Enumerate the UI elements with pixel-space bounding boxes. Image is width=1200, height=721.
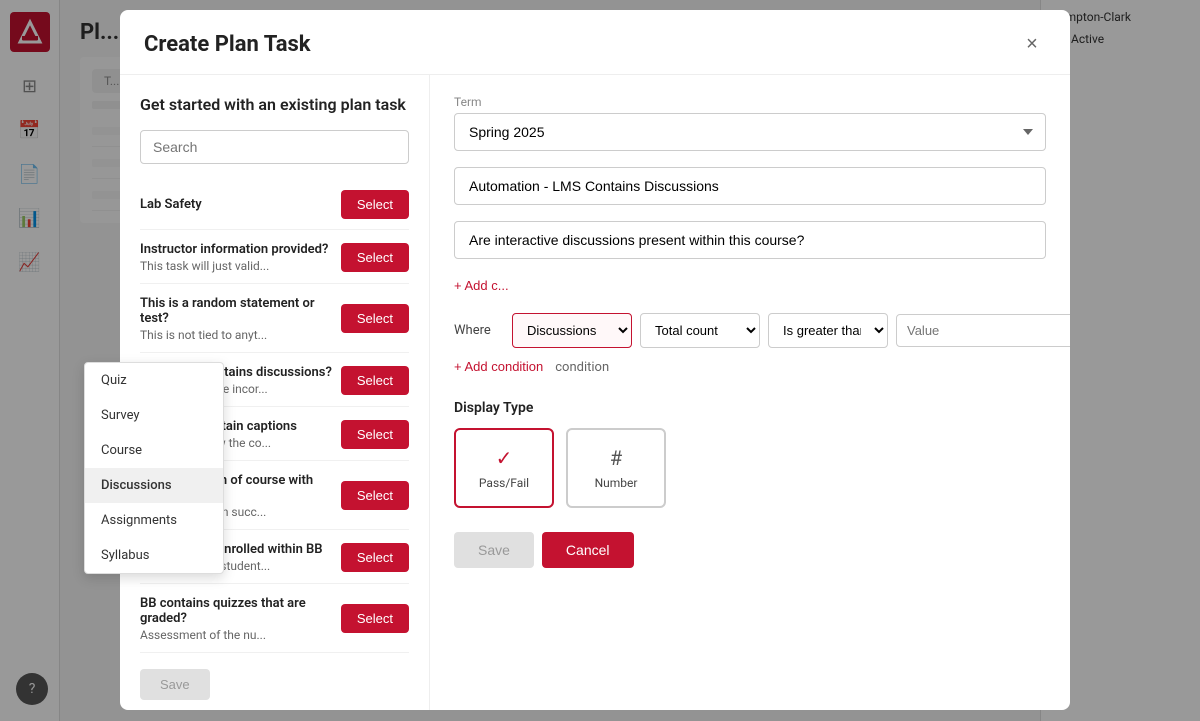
dropdown-item-assignments[interactable]: Assignments — [85, 503, 223, 538]
task-name: This is a random statement or test? — [140, 296, 333, 326]
term-select[interactable]: Spring 2025 — [454, 113, 1046, 151]
task-info: Lab Safety — [140, 197, 341, 212]
select-button-random-statement[interactable]: Select — [341, 304, 409, 333]
add-condition-button[interactable]: + Add condition — [454, 359, 543, 374]
where-dropdown-menu: Quiz Survey Course Discussions Assignmen… — [84, 362, 224, 574]
select-button-video-captions[interactable]: Select — [341, 420, 409, 449]
dropdown-item-discussions[interactable]: Discussions — [85, 468, 223, 503]
list-item: This is a random statement or test? This… — [140, 286, 409, 353]
select-button-ally-scan[interactable]: Select — [341, 481, 409, 510]
dropdown-item-course[interactable]: Course — [85, 433, 223, 468]
task-name-field-group — [454, 167, 1046, 205]
task-desc: This is not tied to anyt... — [140, 328, 333, 342]
condition-field-select[interactable]: Total count — [640, 313, 760, 348]
modal-header: Create Plan Task × — [120, 10, 1070, 75]
display-type-number[interactable]: # Number — [566, 428, 666, 508]
hash-icon: # — [610, 446, 622, 470]
list-item: Instructor information provided? This ta… — [140, 232, 409, 284]
cancel-button[interactable]: Cancel — [542, 532, 634, 568]
select-button-instructor-info[interactable]: Select — [341, 243, 409, 272]
modal-close-button[interactable]: × — [1018, 30, 1046, 58]
display-type-row: ✓ Pass/Fail # Number — [454, 428, 1046, 508]
create-plan-task-modal: Create Plan Task × Get started with an e… — [120, 10, 1070, 710]
dropdown-item-syllabus[interactable]: Syllabus — [85, 538, 223, 573]
value-input[interactable] — [896, 314, 1070, 347]
question-input[interactable] — [454, 221, 1046, 259]
modal-title: Create Plan Task — [144, 32, 311, 57]
dropdown-item-survey[interactable]: Survey — [85, 398, 223, 433]
number-label: Number — [595, 476, 638, 490]
save-button[interactable]: Save — [454, 532, 534, 568]
task-name-input[interactable] — [454, 167, 1046, 205]
task-info: Instructor information provided? This ta… — [140, 242, 341, 273]
question-field-group — [454, 221, 1046, 259]
where-field-select[interactable]: Discussions Quiz Survey Course Assignmen… — [512, 313, 632, 348]
display-type-pass-fail[interactable]: ✓ Pass/Fail — [454, 428, 554, 508]
left-save-button: Save — [140, 669, 210, 700]
where-label: Where — [454, 323, 504, 338]
modal-footer: Save Cancel — [454, 528, 1046, 568]
left-panel-title: Get started with an existing plan task — [140, 95, 409, 116]
task-desc: This task will just valid... — [140, 259, 333, 273]
select-button-quizzes-graded[interactable]: Select — [341, 604, 409, 633]
term-label: Term — [454, 95, 1046, 109]
operator-select[interactable]: Is greater than — [768, 313, 888, 348]
search-input[interactable] — [140, 130, 409, 164]
modal-body: Get started with an existing plan task L… — [120, 75, 1070, 710]
select-button-lab-safety[interactable]: Select — [341, 190, 409, 219]
task-desc: Assessment of the nu... — [140, 628, 333, 642]
list-item: BB contains quizzes that are graded? Ass… — [140, 586, 409, 653]
list-item: Lab Safety Select — [140, 180, 409, 230]
task-name: Instructor information provided? — [140, 242, 333, 257]
where-row: Where Discussions Quiz Survey Course Ass… — [454, 313, 1046, 348]
select-button-bb-discussions[interactable]: Select — [341, 366, 409, 395]
pass-fail-label: Pass/Fail — [479, 476, 529, 490]
task-name: Lab Safety — [140, 197, 333, 212]
right-panel: Term Spring 2025 + Add c... — [430, 75, 1070, 710]
display-type-label: Display Type — [454, 400, 1046, 416]
task-info: BB contains quizzes that are graded? Ass… — [140, 596, 341, 642]
dropdown-item-quiz[interactable]: Quiz — [85, 363, 223, 398]
select-button-students-enrolled[interactable]: Select — [341, 543, 409, 572]
add-condition-separator: condition — [555, 360, 609, 375]
task-name: BB contains quizzes that are graded? — [140, 596, 333, 626]
term-field-group: Term Spring 2025 — [454, 95, 1046, 151]
add-above-condition-button[interactable]: + Add c... — [454, 278, 509, 293]
checkmark-icon: ✓ — [496, 446, 513, 470]
task-info: This is a random statement or test? This… — [140, 296, 341, 342]
